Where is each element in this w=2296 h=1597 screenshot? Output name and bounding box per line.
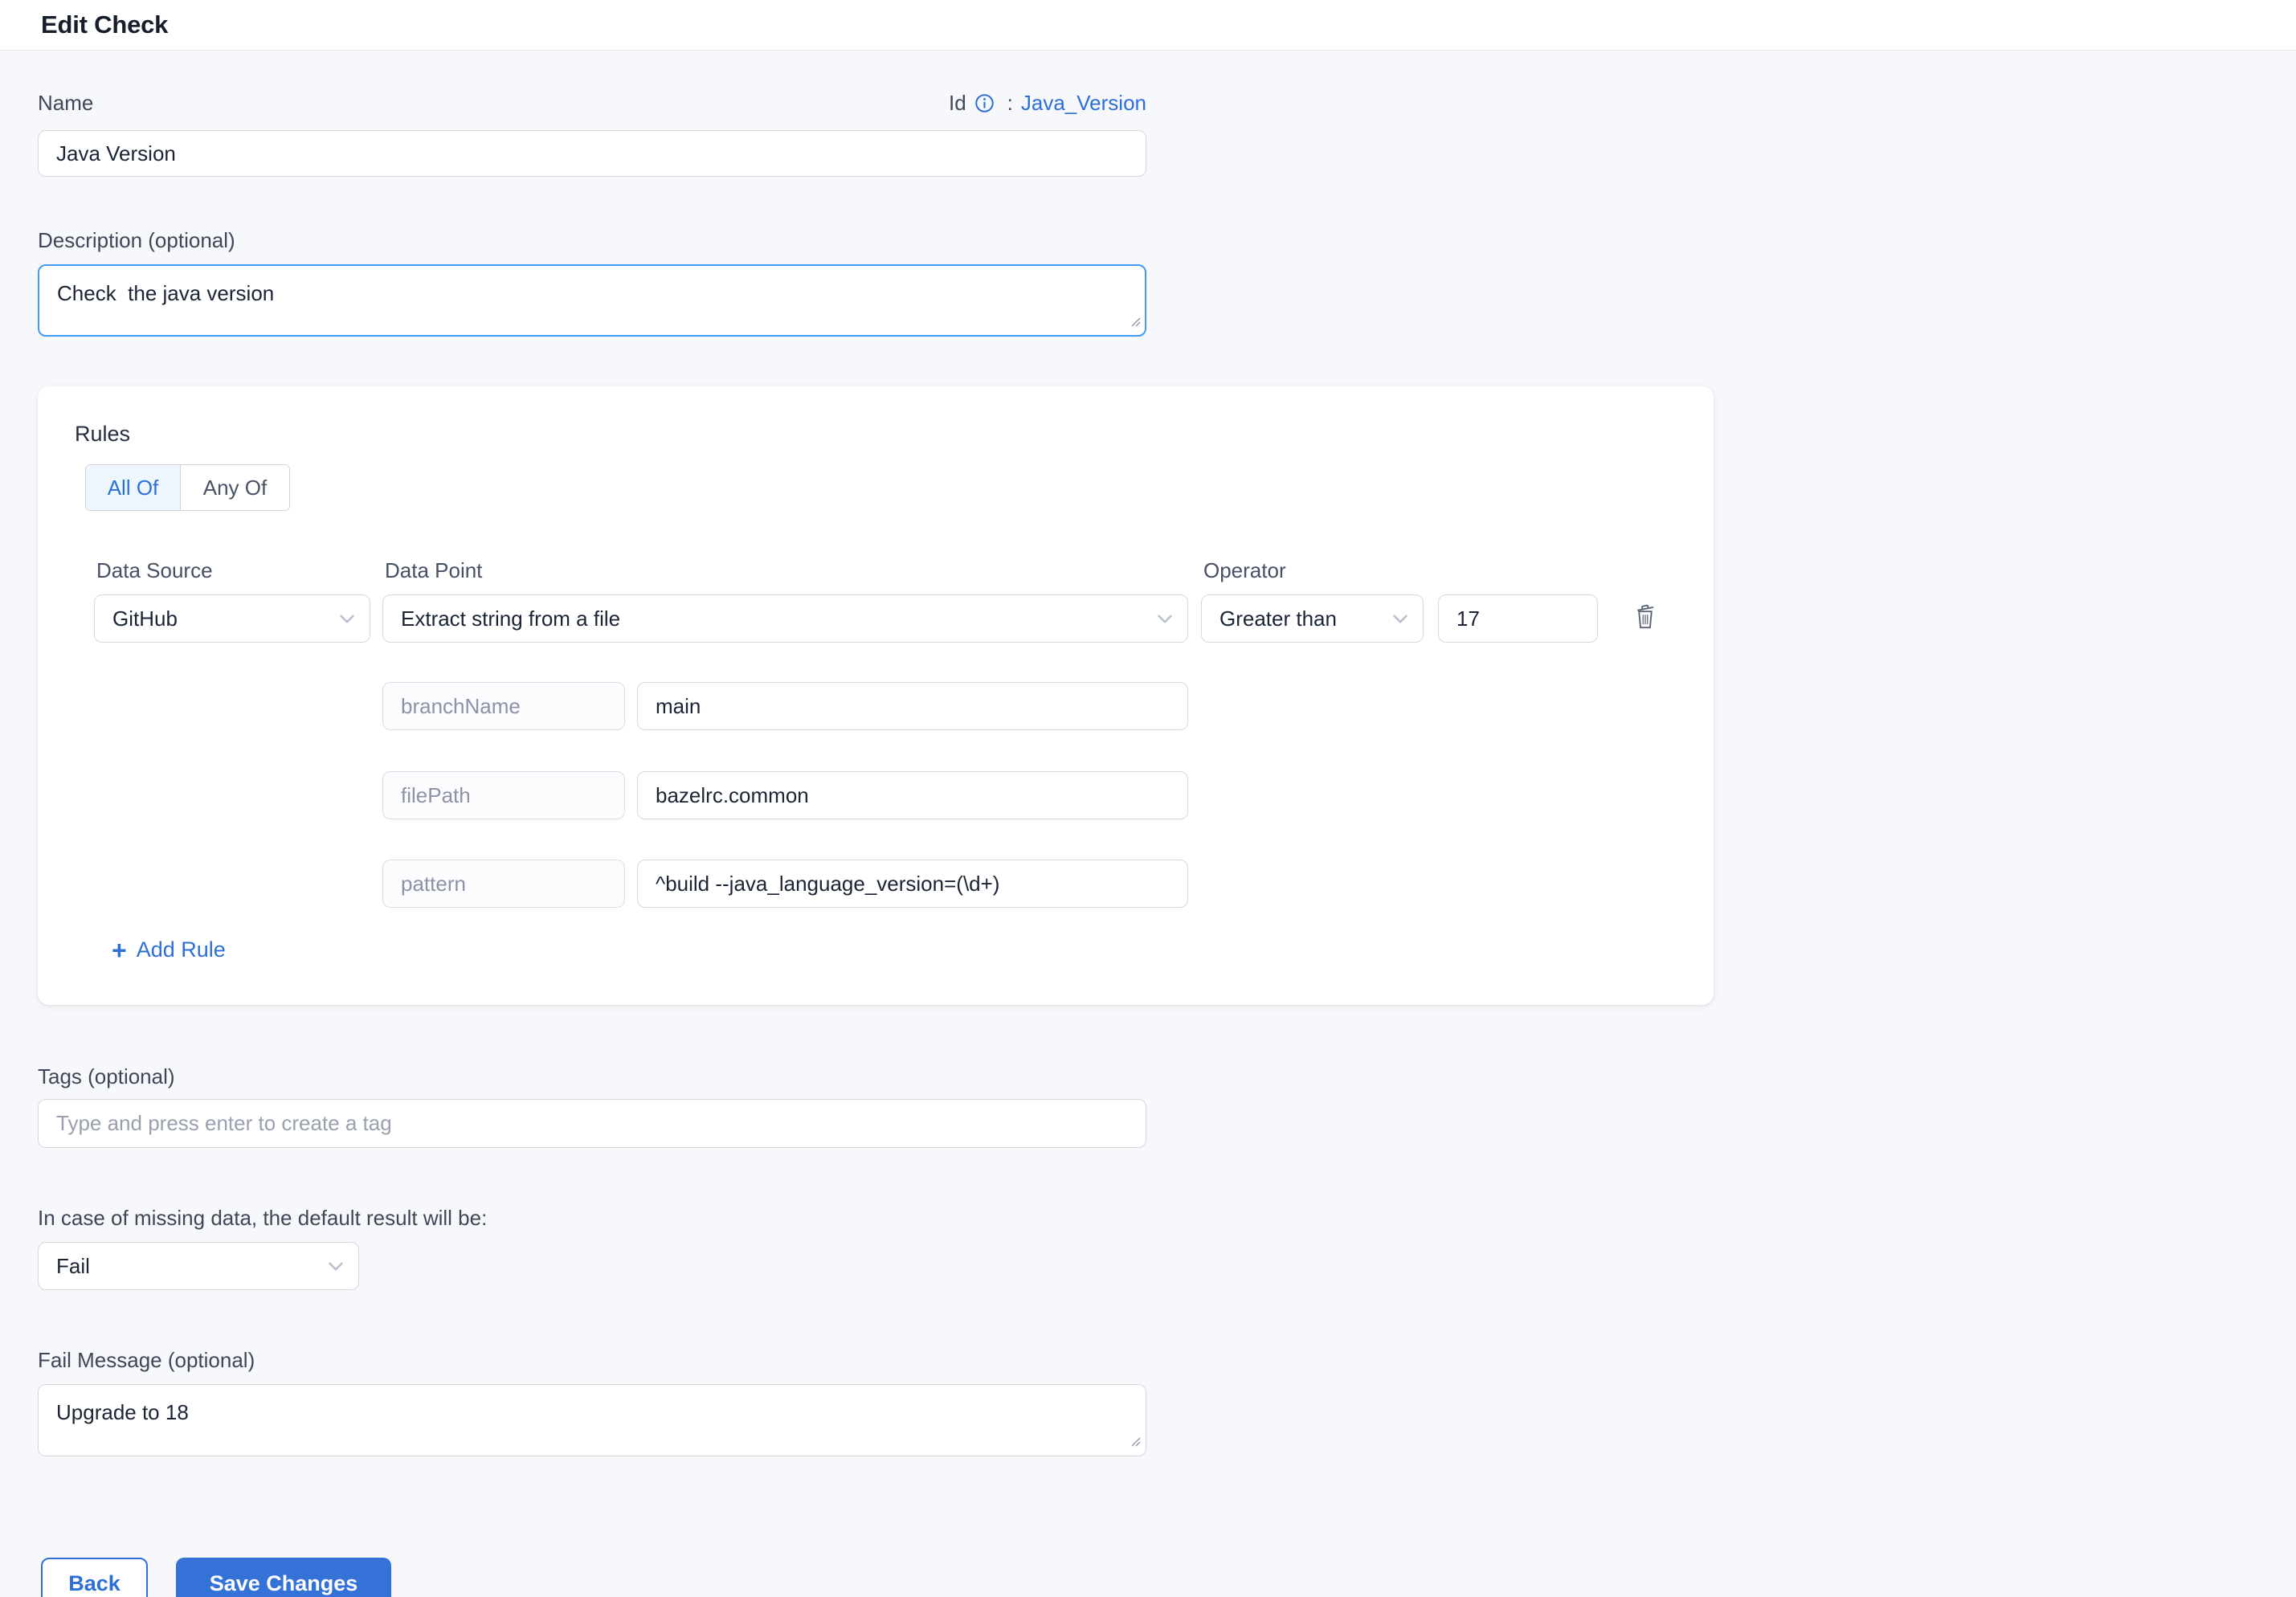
param-value-wrap — [637, 682, 1188, 730]
description-field-wrap: Check the java version — [38, 264, 1146, 337]
rules-match-toggle: All Of Any Of — [85, 464, 290, 511]
description-label: Description (optional) — [38, 228, 2296, 253]
plus-icon: + — [112, 940, 127, 961]
chevron-down-icon — [1392, 614, 1408, 624]
tags-input[interactable] — [38, 1099, 1146, 1148]
param-value-pattern-input[interactable] — [637, 860, 1188, 908]
param-value-branchname-input[interactable] — [637, 682, 1188, 730]
operator-select[interactable]: Greater than — [1201, 594, 1424, 643]
data-point-value: Extract string from a file — [401, 607, 620, 631]
edit-check-form: Name Id : Java_Version Description (opti… — [0, 91, 2296, 1597]
save-changes-button[interactable]: Save Changes — [176, 1558, 391, 1597]
threshold-input[interactable] — [1438, 594, 1598, 643]
data-source-select[interactable]: GitHub — [94, 594, 370, 643]
fail-message-field-wrap: Upgrade to 18 — [38, 1384, 1146, 1456]
back-button[interactable]: Back — [41, 1558, 148, 1597]
param-value-wrap — [637, 771, 1188, 819]
param-value-wrap — [637, 860, 1188, 908]
data-point-label: Data Point — [385, 558, 482, 583]
id-separator: : — [1007, 91, 1013, 116]
rules-card: Rules All Of Any Of Data Source Data Poi… — [38, 386, 1714, 1005]
name-label: Name — [38, 91, 93, 116]
check-id-group: Id : Java_Version — [949, 91, 1146, 116]
rules-title: Rules — [75, 422, 130, 447]
add-rule-label: Add Rule — [137, 937, 226, 962]
data-source-value: GitHub — [112, 607, 178, 631]
data-source-label: Data Source — [96, 558, 213, 583]
chevron-down-icon — [1157, 614, 1173, 624]
page-title: Edit Check — [41, 10, 168, 39]
chevron-down-icon — [339, 614, 355, 624]
operator-value-field-wrap — [1438, 594, 1598, 643]
any-of-button[interactable]: Any Of — [180, 465, 289, 510]
chevron-down-icon — [328, 1261, 344, 1272]
delete-rule-button[interactable] — [1632, 602, 1658, 631]
form-actions: Back Save Changes — [38, 1558, 2296, 1597]
param-key-pattern: pattern — [382, 860, 625, 908]
tags-label: Tags (optional) — [38, 1064, 2296, 1089]
missing-data-label: In case of missing data, the default res… — [38, 1206, 2296, 1231]
info-icon[interactable] — [974, 93, 995, 113]
param-key-filepath: filePath — [382, 771, 625, 819]
check-id-link[interactable]: Java_Version — [1021, 91, 1146, 116]
param-key-branchname: branchName — [382, 682, 625, 730]
page-header: Edit Check — [0, 0, 2296, 51]
default-result-select[interactable]: Fail — [38, 1242, 359, 1290]
trash-icon — [1632, 622, 1658, 634]
data-point-select[interactable]: Extract string from a file — [382, 594, 1188, 643]
description-textarea[interactable]: Check the java version — [38, 264, 1146, 337]
add-rule-button[interactable]: + Add Rule — [112, 937, 226, 962]
name-label-row: Name Id : Java_Version — [38, 91, 1146, 116]
operator-label: Operator — [1203, 558, 1286, 583]
name-input[interactable] — [38, 130, 1146, 177]
id-label: Id — [949, 91, 966, 116]
all-of-button[interactable]: All Of — [86, 465, 180, 510]
fail-message-textarea[interactable]: Upgrade to 18 — [38, 1384, 1146, 1456]
param-value-filepath-input[interactable] — [637, 771, 1188, 819]
default-result-value: Fail — [56, 1254, 90, 1279]
operator-value: Greater than — [1219, 607, 1337, 631]
fail-message-label: Fail Message (optional) — [38, 1348, 2296, 1373]
